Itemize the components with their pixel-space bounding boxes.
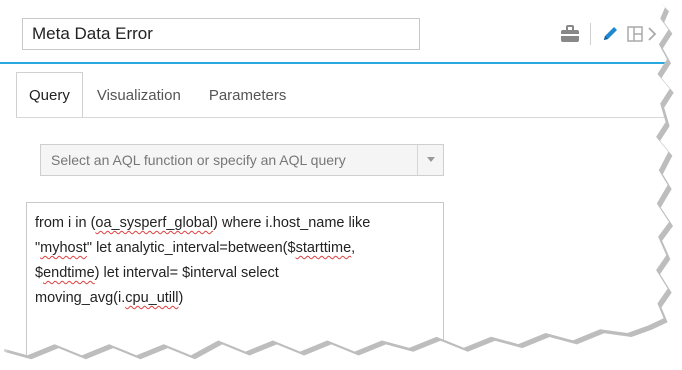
query-text-misspelled: oa_sysperf_global xyxy=(95,215,214,231)
panel-header xyxy=(0,0,670,64)
query-text-misspelled: endtime xyxy=(43,265,95,281)
header-toolbar xyxy=(560,22,657,46)
aql-function-select[interactable]: Select an AQL function or specify an AQL… xyxy=(40,144,444,176)
tab-query[interactable]: Query xyxy=(16,72,83,118)
query-text-misspelled: cpu_utill xyxy=(125,290,179,306)
editor-panel: Query Visualization Parameters Select an… xyxy=(0,0,670,356)
tab-parameters[interactable]: Parameters xyxy=(195,72,301,118)
query-text: ) let interval= $interval select xyxy=(94,265,279,281)
tab-divider-line xyxy=(16,117,670,118)
toolbar-divider xyxy=(590,23,591,45)
aql-select-placeholder: Select an AQL function or specify an AQL… xyxy=(51,152,346,168)
title-input[interactable] xyxy=(22,18,420,50)
query-text: from i in ( xyxy=(35,215,96,231)
query-text-misspelled: myhost xyxy=(40,240,87,256)
tab-visualization[interactable]: Visualization xyxy=(83,72,195,118)
layout-icon[interactable] xyxy=(627,26,643,42)
query-line: from i in (oa_sysperf_global) where i.ho… xyxy=(35,211,435,236)
query-text: moving_avg(i. xyxy=(35,290,126,306)
tab-bar: Query Visualization Parameters xyxy=(16,72,300,118)
pencil-icon[interactable] xyxy=(601,25,619,43)
query-text: ) where i.host_name like xyxy=(213,215,371,231)
briefcase-icon[interactable] xyxy=(560,24,580,44)
query-text: ) xyxy=(178,290,184,306)
query-line: moving_avg(i.cpu_utill) xyxy=(35,286,435,311)
query-line: "myhost" let analytic_interval=between($… xyxy=(35,236,435,261)
query-text: , xyxy=(351,240,356,256)
query-text: " let analytic_interval=between($ xyxy=(86,240,296,256)
query-line: $endtime) let interval= $interval select xyxy=(35,261,435,286)
chevron-right-icon[interactable] xyxy=(647,26,657,42)
query-text-misspelled: starttime xyxy=(295,240,352,256)
dropdown-arrow-icon[interactable] xyxy=(417,145,443,175)
query-text: $ xyxy=(35,265,44,281)
